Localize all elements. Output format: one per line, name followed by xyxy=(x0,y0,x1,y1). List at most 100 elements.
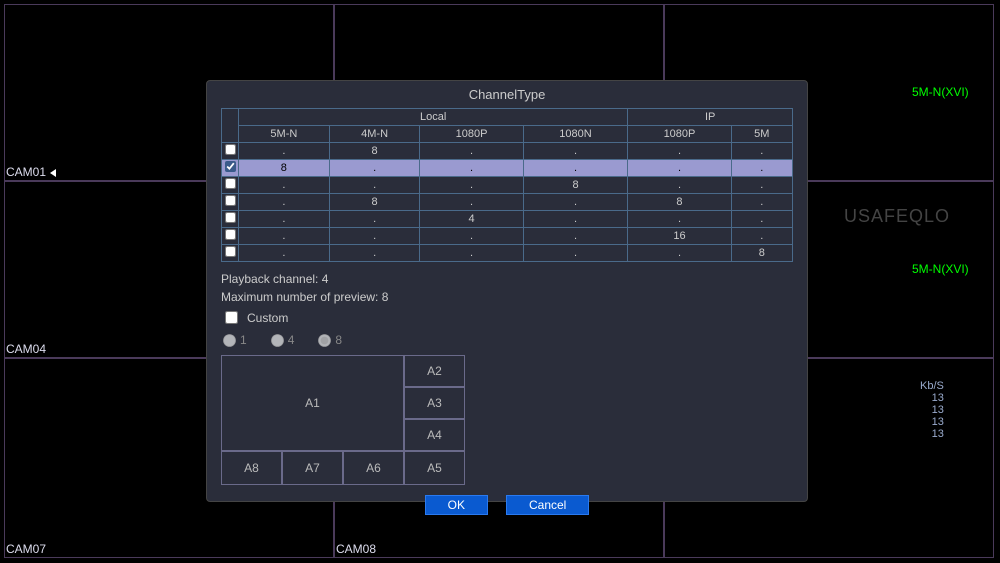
bandwidth-value: 13 xyxy=(920,392,944,404)
row-checkbox[interactable] xyxy=(225,161,236,172)
table-cell: . xyxy=(523,228,628,245)
layout-cell-a5[interactable]: A5 xyxy=(404,451,465,485)
group-header-local: Local xyxy=(239,109,628,126)
table-cell: . xyxy=(523,245,628,262)
preview-count-radios: 1 4 8 xyxy=(223,331,793,349)
table-cell: . xyxy=(420,143,523,160)
bandwidth-value: 13 xyxy=(920,428,944,440)
table-row[interactable]: .8..8. xyxy=(222,194,793,211)
ok-button[interactable]: OK xyxy=(425,495,488,515)
layout-cell-a1[interactable]: A1 xyxy=(221,355,404,451)
table-row[interactable]: .8.... xyxy=(222,143,793,160)
table-cell: . xyxy=(628,143,731,160)
channel-type-dialog: ChannelType Local IP 5M-N 4M-N 1080P 108… xyxy=(206,80,808,502)
table-cell: 8 xyxy=(329,143,420,160)
row-checkbox[interactable] xyxy=(225,212,236,223)
table-cell: 8 xyxy=(628,194,731,211)
bandwidth-header: Kb/S xyxy=(920,380,944,392)
table-cell: . xyxy=(329,160,420,177)
table-cell: 8 xyxy=(523,177,628,194)
table-cell: . xyxy=(731,160,792,177)
camera-label: CAM01 xyxy=(6,165,56,179)
table-row[interactable]: ....16. xyxy=(222,228,793,245)
table-cell: . xyxy=(239,177,330,194)
camera-label: CAM07 xyxy=(6,542,46,556)
layout-cell-a6[interactable]: A6 xyxy=(343,451,404,485)
table-cell: . xyxy=(329,177,420,194)
bandwidth-value: 13 xyxy=(920,404,944,416)
table-cell: . xyxy=(329,245,420,262)
table-row[interactable]: .....8 xyxy=(222,245,793,262)
col-header: 1080P xyxy=(420,126,523,143)
channel-type-table: Local IP 5M-N 4M-N 1080P 1080N 1080P 5M … xyxy=(221,108,793,262)
camera-label: CAM08 xyxy=(336,542,376,556)
speaker-icon xyxy=(50,169,56,177)
layout-cell-a3[interactable]: A3 xyxy=(404,387,465,419)
table-cell: 8 xyxy=(239,160,330,177)
col-header: 5M xyxy=(731,126,792,143)
table-cell: 4 xyxy=(420,211,523,228)
playback-channel-label: Playback channel: 4 xyxy=(221,270,793,288)
max-preview-label: Maximum number of preview: 8 xyxy=(221,288,793,306)
table-cell: . xyxy=(628,160,731,177)
row-checkbox[interactable] xyxy=(225,178,236,189)
bandwidth-value: 13 xyxy=(920,416,944,428)
table-cell: . xyxy=(523,211,628,228)
table-cell: . xyxy=(420,228,523,245)
table-cell: . xyxy=(420,245,523,262)
table-cell: . xyxy=(239,245,330,262)
col-header: 1080N xyxy=(523,126,628,143)
table-cell: . xyxy=(731,177,792,194)
cancel-button[interactable]: Cancel xyxy=(506,495,589,515)
radio-option[interactable]: 1 xyxy=(223,331,247,349)
table-cell: . xyxy=(523,143,628,160)
row-checkbox[interactable] xyxy=(225,246,236,257)
watermark-text: USAFEQLO xyxy=(844,206,950,227)
col-header: 5M-N xyxy=(239,126,330,143)
radio-option[interactable]: 8 xyxy=(318,331,342,349)
layout-cell-a2[interactable]: A2 xyxy=(404,355,465,387)
table-cell: . xyxy=(731,194,792,211)
camera-label: CAM04 xyxy=(6,342,46,356)
table-cell: . xyxy=(731,143,792,160)
table-cell: . xyxy=(329,211,420,228)
table-cell: 16 xyxy=(628,228,731,245)
dialog-title: ChannelType xyxy=(207,81,807,108)
group-header-ip: IP xyxy=(628,109,793,126)
table-row[interactable]: ..4... xyxy=(222,211,793,228)
table-cell: . xyxy=(329,228,420,245)
layout-cell-a4[interactable]: A4 xyxy=(404,419,465,451)
table-cell: 8 xyxy=(329,194,420,211)
table-cell: . xyxy=(239,194,330,211)
table-cell: . xyxy=(523,194,628,211)
table-row[interactable]: 8..... xyxy=(222,160,793,177)
custom-checkbox[interactable] xyxy=(225,311,238,324)
table-cell: . xyxy=(420,160,523,177)
row-checkbox[interactable] xyxy=(225,144,236,155)
table-cell: . xyxy=(628,211,731,228)
table-cell: 8 xyxy=(731,245,792,262)
layout-cell-a8[interactable]: A8 xyxy=(221,451,282,485)
row-checkbox[interactable] xyxy=(225,229,236,240)
table-cell: . xyxy=(420,194,523,211)
col-header: 1080P xyxy=(628,126,731,143)
table-cell: . xyxy=(239,143,330,160)
table-cell: . xyxy=(239,211,330,228)
row-checkbox[interactable] xyxy=(225,195,236,206)
table-cell: . xyxy=(420,177,523,194)
preview-layout: A1 A2 A3 A4 A5 A6 A7 A8 xyxy=(221,355,465,485)
table-cell: . xyxy=(628,177,731,194)
table-cell: . xyxy=(628,245,731,262)
table-row[interactable]: ...8.. xyxy=(222,177,793,194)
custom-label: Custom xyxy=(247,309,288,327)
table-cell: . xyxy=(731,228,792,245)
table-cell: . xyxy=(731,211,792,228)
bandwidth-panel: Kb/S 13 13 13 13 xyxy=(920,380,944,440)
resolution-label: 5M-N(XVI) xyxy=(912,85,969,99)
layout-cell-a7[interactable]: A7 xyxy=(282,451,343,485)
col-header: 4M-N xyxy=(329,126,420,143)
resolution-label: 5M-N(XVI) xyxy=(912,262,969,276)
table-cell: . xyxy=(239,228,330,245)
table-cell: . xyxy=(523,160,628,177)
radio-option[interactable]: 4 xyxy=(271,331,295,349)
